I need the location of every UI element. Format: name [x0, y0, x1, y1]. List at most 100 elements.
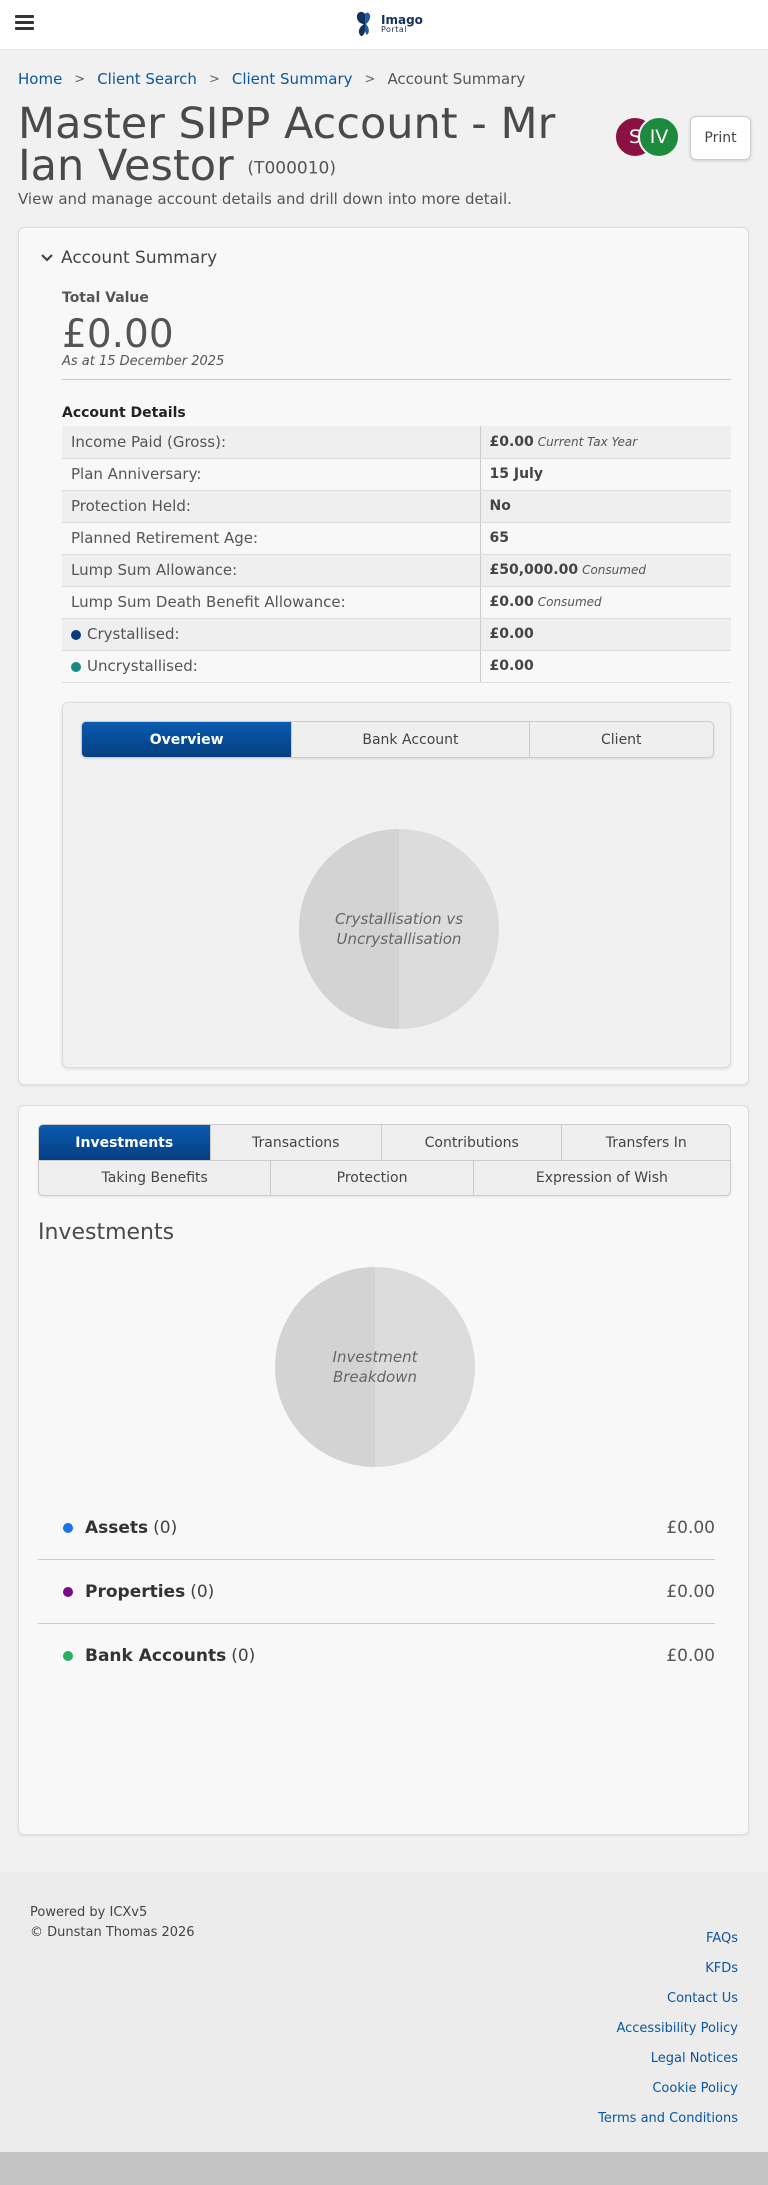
- footer-link-terms[interactable]: Terms and Conditions: [598, 2104, 738, 2134]
- butterfly-logo-icon: [356, 11, 371, 37]
- uncrystallised-legend-dot: [71, 661, 81, 672]
- detail-value: 65: [480, 522, 731, 555]
- detail-label: Uncrystallised:: [62, 650, 481, 683]
- breadcrumb-separator: >: [364, 71, 376, 87]
- tab-investments[interactable]: Investments: [39, 1125, 211, 1160]
- table-row: Lump Sum Allowance: £50,000.00 Consumed: [62, 554, 731, 587]
- as-at-date: As at 15 December 2025: [62, 354, 225, 369]
- breadcrumb-current: Account Summary: [387, 70, 526, 88]
- detail-value-amount: £0.00: [489, 594, 534, 610]
- tab-transfers-in[interactable]: Transfers In: [562, 1125, 730, 1160]
- divider: [62, 379, 731, 380]
- tab-contributions[interactable]: Contributions: [382, 1125, 563, 1160]
- table-row: Plan Anniversary: 15 July: [62, 458, 731, 491]
- tab-client[interactable]: Client: [530, 722, 713, 757]
- row-count: (0): [231, 1646, 256, 1666]
- total-value-label: Total Value: [62, 290, 149, 306]
- avatar-group: S IV: [614, 116, 680, 158]
- footer-link-accessibility-policy[interactable]: Accessibility Policy: [598, 2014, 738, 2044]
- table-row: Income Paid (Gross): £0.00 Current Tax Ye…: [62, 426, 731, 459]
- tab-expression-of-wish[interactable]: Expression of Wish: [474, 1161, 730, 1195]
- table-row: Lump Sum Death Benefit Allowance: £0.00 C…: [62, 586, 731, 619]
- bank-accounts-dot: [63, 1651, 73, 1661]
- table-row: Planned Retirement Age: 65: [62, 522, 731, 555]
- account-summary-heading: Account Summary: [61, 248, 218, 268]
- detail-value-amount: £0.00: [489, 433, 534, 450]
- copyright: © Dunstan Thomas 2026: [30, 1925, 195, 1940]
- uncrystallised-label: Uncrystallised:: [87, 657, 198, 675]
- detail-value: 15 July: [480, 458, 731, 491]
- menu-icon[interactable]: [15, 15, 34, 31]
- investment-tabs-row1: Investments Transactions Contributions T…: [38, 1124, 731, 1161]
- chevron-down-icon: [41, 254, 53, 262]
- bottom-bar: [0, 2152, 768, 2185]
- breadcrumb: Home > Client Search > Client Summary > …: [18, 70, 525, 88]
- account-summary-card: Account Summary Total Value £0.00 As at …: [18, 227, 749, 1085]
- account-summary-toggle[interactable]: Account Summary: [41, 248, 217, 268]
- crystallised-legend-dot: [71, 629, 81, 640]
- detail-label: Protection Held:: [62, 490, 481, 523]
- detail-label: Plan Anniversary:: [62, 458, 481, 491]
- account-details-title: Account Details: [62, 405, 186, 421]
- row-amount: £0.00: [666, 1517, 715, 1538]
- investment-tabs-row2: Taking Benefits Protection Expression of…: [38, 1160, 731, 1196]
- tab-overview[interactable]: Overview: [82, 722, 293, 757]
- row-name: Properties: [85, 1581, 186, 1602]
- tab-transactions[interactable]: Transactions: [211, 1125, 382, 1160]
- footer-link-contact-us[interactable]: Contact Us: [598, 1984, 738, 2014]
- breadcrumb-separator: >: [208, 71, 220, 87]
- investments-heading: Investments: [38, 1220, 175, 1245]
- tab-protection[interactable]: Protection: [271, 1161, 474, 1195]
- detail-value: £0.00: [480, 618, 731, 651]
- breadcrumb-client-summary[interactable]: Client Summary: [232, 70, 353, 88]
- investment-breakdown-pie-chart: Investment Breakdown: [275, 1267, 475, 1467]
- avatar-iv[interactable]: IV: [638, 116, 680, 158]
- investment-row-properties[interactable]: Properties (0) £0.00: [38, 1560, 715, 1624]
- footer: Powered by ICXv5 © Dunstan Thomas 2026 F…: [0, 1872, 768, 2152]
- tab-taking-benefits[interactable]: Taking Benefits: [39, 1161, 272, 1195]
- breadcrumb-home[interactable]: Home: [18, 70, 62, 88]
- table-row: Crystallised: £0.00: [62, 618, 731, 651]
- page-title: Master SIPP Account - Mr Ian Vestor (T00…: [18, 103, 588, 190]
- breadcrumb-separator: >: [74, 71, 86, 87]
- detail-value: £0.00 Current Tax Year: [480, 426, 731, 459]
- detail-value-amount: £50,000.00: [489, 562, 579, 578]
- row-amount: £0.00: [666, 1581, 715, 1602]
- footer-link-faqs[interactable]: FAQs: [598, 1924, 738, 1954]
- print-button[interactable]: Print: [690, 116, 751, 160]
- detail-value: £50,000.00 Consumed: [480, 554, 731, 587]
- footer-credits: Powered by ICXv5 © Dunstan Thomas 2026: [30, 1903, 195, 1943]
- row-name: Assets: [85, 1517, 149, 1538]
- detail-label: Planned Retirement Age:: [62, 522, 481, 555]
- investment-row-assets[interactable]: Assets (0) £0.00: [38, 1496, 715, 1560]
- crystallised-label: Crystallised:: [87, 625, 180, 643]
- logo[interactable]: Imago Portal: [352, 8, 423, 40]
- pie-label: Crystallisation vs Uncrystallisation: [334, 910, 464, 948]
- footer-link-cookie-policy[interactable]: Cookie Policy: [598, 2074, 738, 2104]
- detail-note: Consumed: [582, 563, 646, 577]
- powered-by: Powered by ICXv5: [30, 1905, 148, 1920]
- account-tabs: Overview Bank Account Client: [81, 721, 714, 758]
- logo-subtext: Portal: [381, 25, 407, 34]
- detail-value: £0.00: [480, 650, 731, 683]
- breadcrumb-client-search[interactable]: Client Search: [97, 70, 197, 88]
- footer-link-legal-notices[interactable]: Legal Notices: [598, 2044, 738, 2074]
- total-value: £0.00: [62, 312, 174, 357]
- detail-label: Income Paid (Gross):: [62, 426, 481, 459]
- tab-bank-account[interactable]: Bank Account: [292, 722, 530, 757]
- row-amount: £0.00: [666, 1646, 715, 1666]
- top-bar: Imago Portal: [0, 0, 768, 50]
- detail-value: No: [480, 490, 731, 523]
- account-details-table: Income Paid (Gross): £0.00 Current Tax Ye…: [62, 426, 731, 683]
- detail-value: £0.00 Consumed: [480, 586, 731, 619]
- detail-note: Consumed: [537, 595, 602, 609]
- footer-link-kfds[interactable]: KFDs: [598, 1954, 738, 1984]
- overview-panel: Overview Bank Account Client Crystallisa…: [62, 702, 731, 1068]
- table-row: Uncrystallised: £0.00: [62, 650, 731, 683]
- row-count: (0): [153, 1517, 178, 1538]
- row-name: Bank Accounts: [85, 1646, 227, 1666]
- page-subtitle: View and manage account details and dril…: [18, 190, 512, 208]
- detail-note: Current Tax Year: [537, 434, 638, 449]
- investment-row-bank-accounts[interactable]: Bank Accounts (0) £0.00: [38, 1624, 715, 1688]
- row-count: (0): [190, 1581, 215, 1602]
